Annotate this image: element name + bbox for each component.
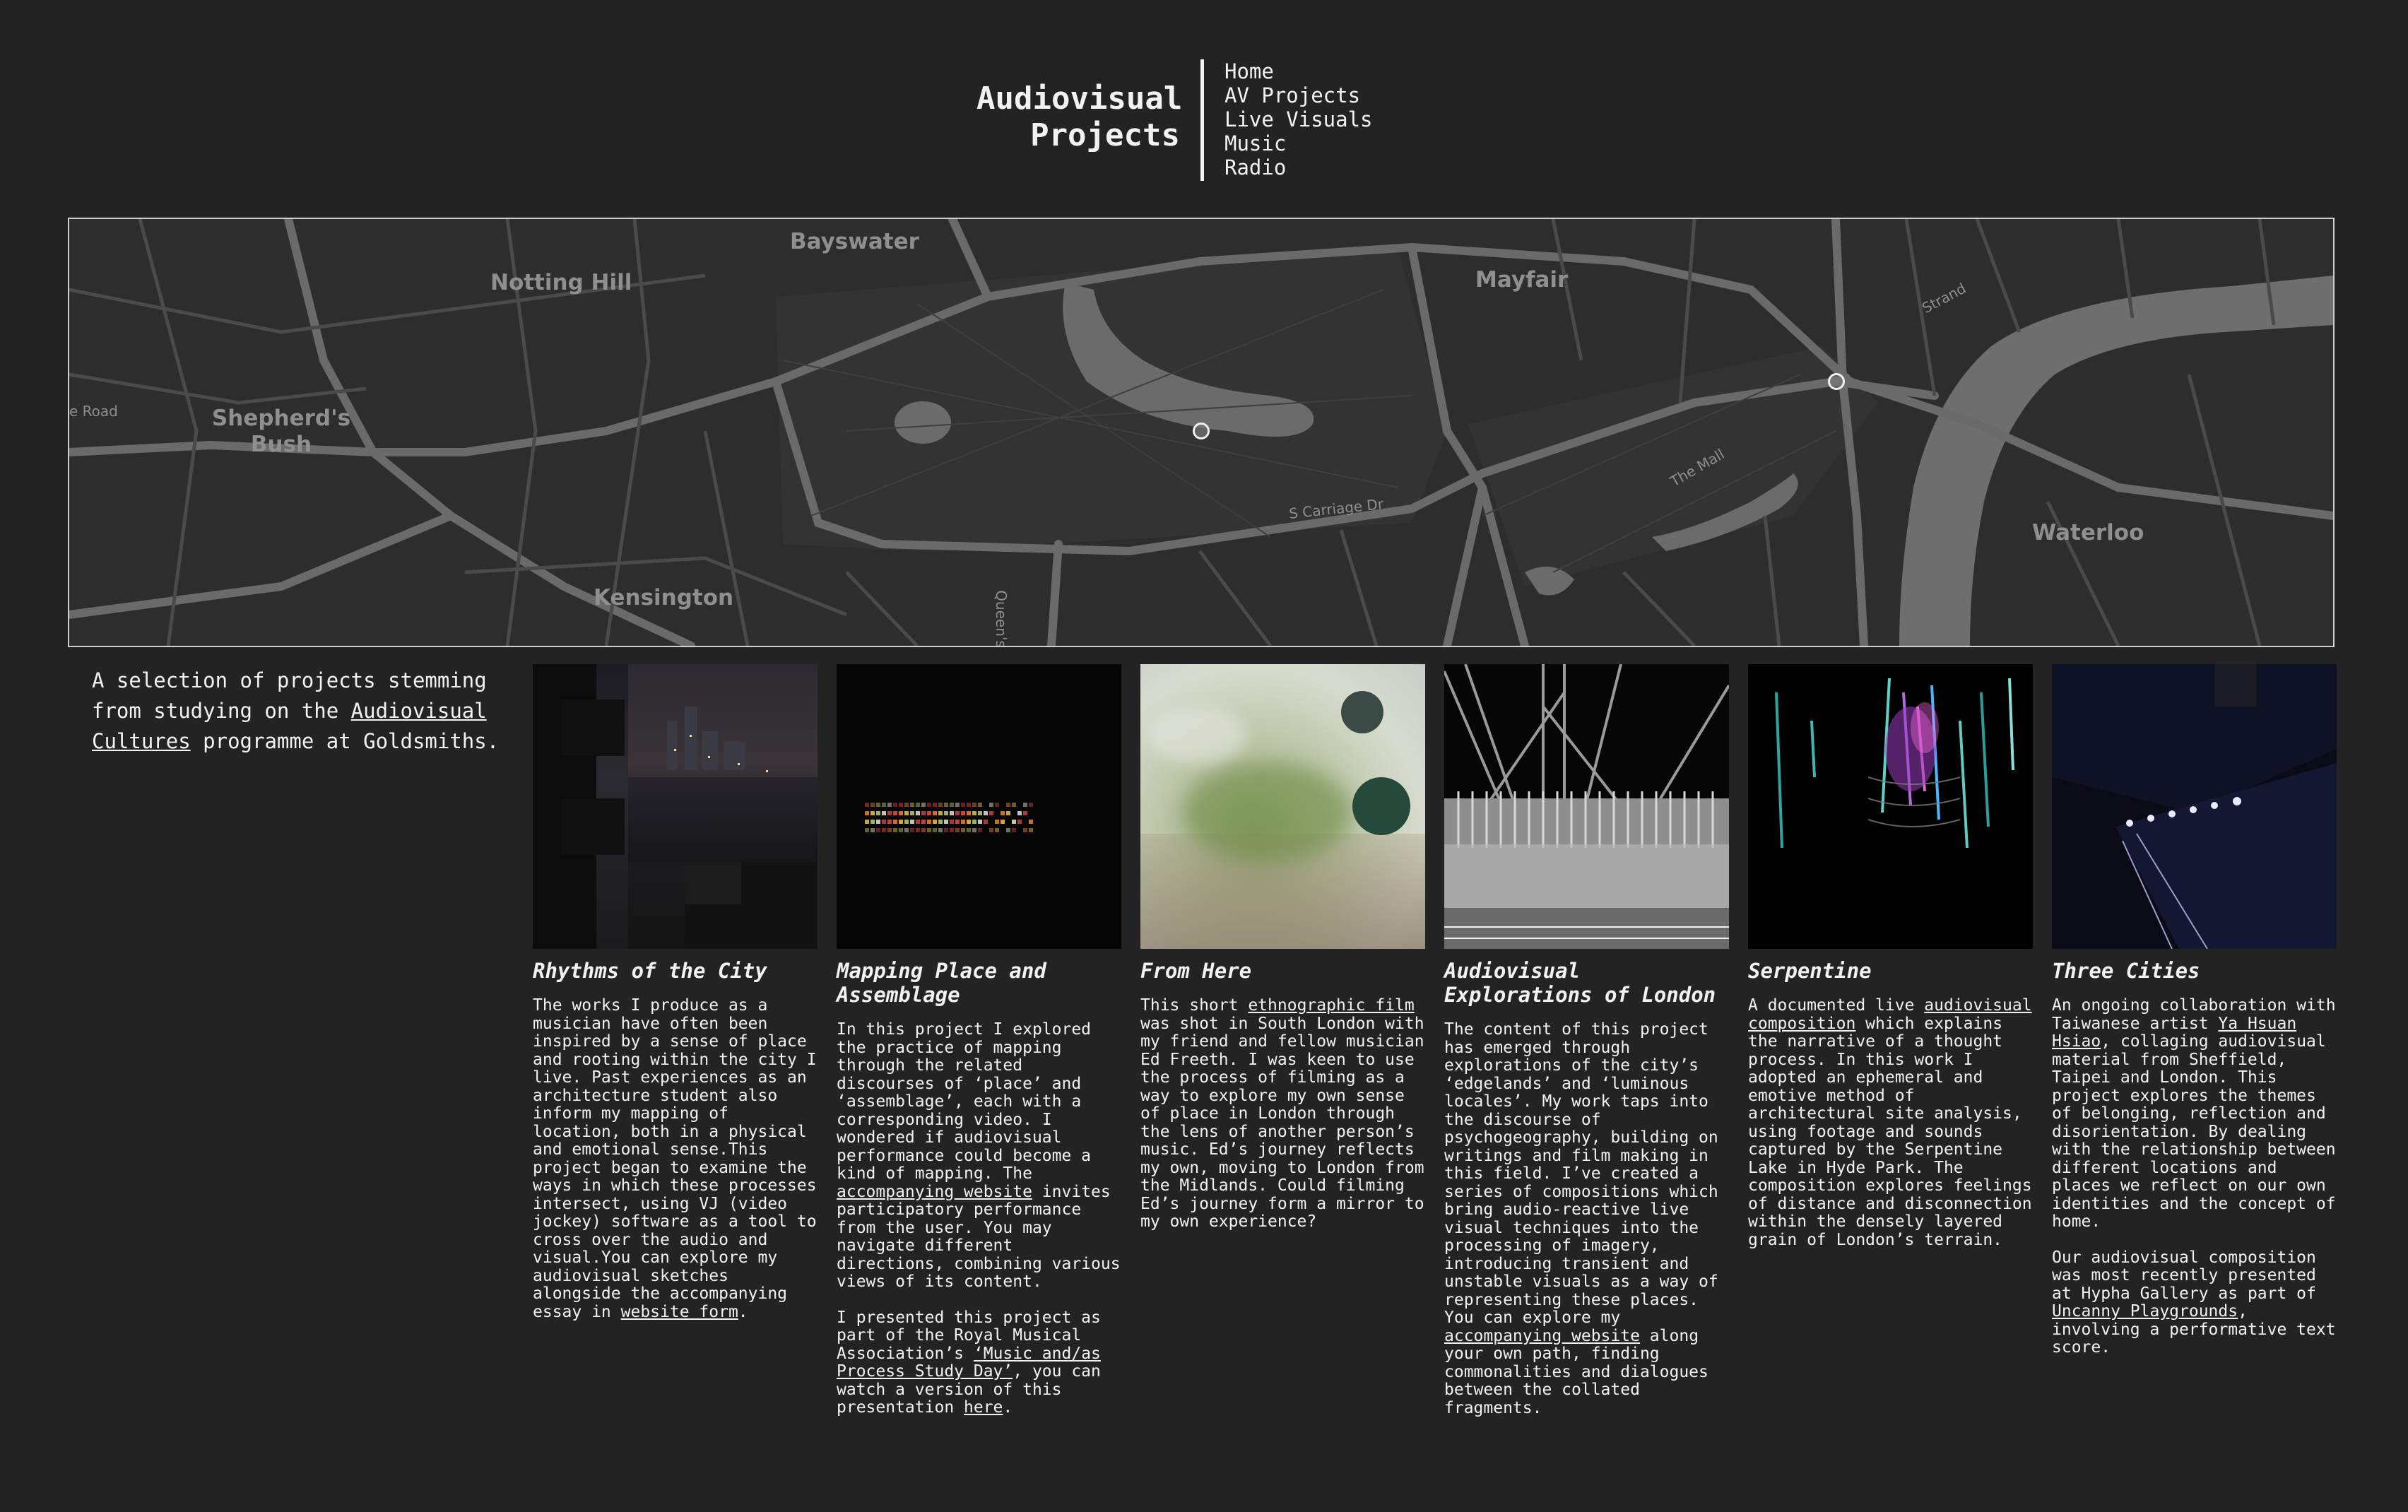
project-title[interactable]: Three Cities — [2052, 959, 2337, 983]
project-description: In this project I explored the practice … — [837, 1020, 1121, 1417]
project-description: A documented live audiovisual compositio… — [1748, 996, 2032, 1249]
nav-home[interactable]: Home — [1224, 59, 1373, 83]
intro-text-after: programme at Goldsmiths. — [190, 729, 500, 753]
site-title[interactable]: Audiovisual Projects — [976, 59, 1182, 181]
map-label-kensington: Kensington — [594, 585, 734, 610]
projects-grid: Rhythms of the City The works I produce … — [533, 664, 2337, 1435]
project-description: An ongoing collaboration with Taiwanese … — [2052, 996, 2336, 1357]
project-thumbnail[interactable] — [1748, 664, 2033, 949]
map-label-notting-hill: Notting Hill — [490, 270, 632, 295]
uncanny-playgrounds-link[interactable]: Uncanny Playgrounds — [2052, 1302, 2238, 1321]
project-title[interactable]: Serpentine — [1748, 959, 2033, 983]
site-title-line2[interactable]: Projects — [976, 117, 1180, 154]
header-divider — [1200, 59, 1204, 181]
nav-radio[interactable]: Radio — [1224, 155, 1373, 179]
project-card: Serpentine A documented live audiovisual… — [1748, 664, 2033, 1435]
nav-music[interactable]: Music — [1224, 131, 1373, 155]
accompanying-website-link[interactable]: accompanying website — [1444, 1327, 1640, 1345]
project-description: This short ethnographic film was shot in… — [1140, 996, 1424, 1231]
ethnographic-film-link[interactable]: ethnographic film — [1248, 996, 1414, 1015]
map-marker-strand[interactable] — [1828, 373, 1845, 390]
project-thumbnail[interactable] — [1140, 664, 1425, 949]
map-marker-serpentine[interactable] — [1193, 423, 1210, 439]
presentation-here-link[interactable]: here — [964, 1398, 1003, 1417]
project-thumbnail[interactable] — [2052, 664, 2337, 949]
project-card: Three Cities An ongoing collaboration wi… — [2052, 664, 2337, 1435]
accompanying-website-link[interactable]: accompanying website — [837, 1183, 1032, 1201]
nav-av-projects[interactable]: AV Projects — [1224, 83, 1373, 107]
project-card: From Here This short ethnographic film w… — [1140, 664, 1425, 1435]
project-description: The works I produce as a musician have o… — [533, 996, 817, 1321]
intro-text: A selection of projects stemming from st… — [92, 666, 502, 757]
project-thumbnail[interactable] — [533, 664, 818, 949]
london-map[interactable]: Bayswater Notting Hill Mayfair Strand Sh… — [68, 218, 2335, 647]
website-form-link[interactable]: website form — [621, 1303, 738, 1321]
project-card: Mapping Place and Assemblage In this pro… — [837, 664, 1121, 1435]
map-label-mayfair: Mayfair — [1475, 267, 1569, 293]
project-thumbnail[interactable] — [1444, 664, 1729, 949]
map-label-bayswater: Bayswater — [790, 229, 919, 254]
map-label-queens: Queen's — [992, 590, 1010, 647]
project-card: Audiovisual Explorations of London The c… — [1444, 664, 1729, 1435]
map-label-waterloo: Waterloo — [2032, 520, 2144, 545]
map-label-shepherds-bush: Shepherd's Bush — [211, 406, 351, 457]
main-nav: Home AV Projects Live Visuals Music Radi… — [1224, 59, 1373, 181]
project-description: The content of this project has emerged … — [1444, 1020, 1718, 1417]
site-title-line1[interactable]: Audiovisual — [976, 81, 1182, 117]
project-title[interactable]: Mapping Place and Assemblage — [837, 959, 1121, 1007]
map-label-road: e Road — [69, 403, 118, 420]
project-card: Rhythms of the City The works I produce … — [533, 664, 818, 1435]
site-header: Audiovisual Projects Home AV Projects Li… — [976, 59, 1373, 181]
project-title[interactable]: Rhythms of the City — [533, 959, 818, 983]
nav-live-visuals[interactable]: Live Visuals — [1224, 107, 1373, 131]
project-title[interactable]: From Here — [1140, 959, 1425, 983]
project-title[interactable]: Audiovisual Explorations of London — [1444, 959, 1729, 1007]
project-thumbnail[interactable] — [837, 664, 1121, 949]
